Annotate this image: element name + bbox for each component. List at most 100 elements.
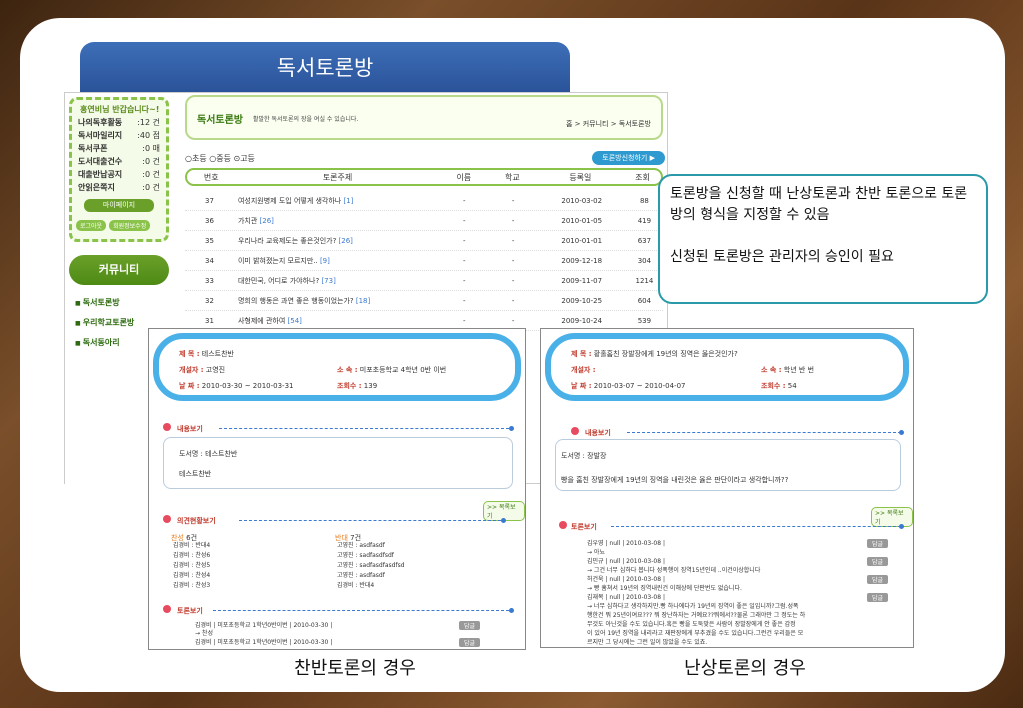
row-number: 37 <box>205 196 214 205</box>
school: 미포초등학교 4학년 0반 이번 <box>359 366 447 374</box>
divider-dot <box>509 426 514 431</box>
table-row[interactable]: 33 대한민국, 어디로 가야하나? [73] - -2009-11-07 1214 <box>185 271 663 291</box>
row-topic-cell[interactable]: 대한민국, 어디로 가야하나? [73] <box>234 276 440 286</box>
level-radios[interactable]: ○초등 ○중등 ⊙고등 <box>185 153 255 164</box>
comment-1-reply: → 찬성 <box>195 630 213 637</box>
column-header: 토론주제 <box>322 172 353 182</box>
edit-profile-button[interactable]: 회원정보수정 <box>109 220 151 231</box>
row-school: - <box>511 216 515 225</box>
con-opinion: 고영진 : asdfasdf <box>337 572 385 579</box>
board-header: 독서토론방 활발한 독서토론의 장을 여실 수 있습니다. 홈 > 커뮤니티 >… <box>185 95 663 140</box>
row-topic-cell[interactable]: 여성지원병제 도입 어떻게 생각하나 [1] <box>234 196 440 206</box>
table-row[interactable]: 36 가치관 [26] - -2010-01-05 419 <box>185 211 663 231</box>
row-name: - <box>462 216 466 225</box>
comment-2: 김경비 | 미포초등학교 1학년0반이번 | 2010-03-30 | <box>195 639 333 646</box>
content-body: 테스트찬반 <box>179 470 212 478</box>
row-number: 31 <box>205 316 214 325</box>
comment-count: [1] <box>343 196 354 205</box>
board-title: 독서토론방 <box>197 115 243 126</box>
comment-count: [26] <box>259 216 274 225</box>
row-name: - <box>462 236 466 245</box>
school: 학년 반 번 <box>783 366 815 374</box>
views-label: 조회수 : <box>337 382 362 390</box>
greeting: 홍연비님 반갑습니다~! <box>80 105 160 114</box>
heart-icon <box>571 427 579 435</box>
divider <box>239 520 501 521</box>
row-number: 36 <box>205 216 214 225</box>
row-number: 34 <box>205 256 214 265</box>
mypage-button[interactable]: 마이페이지 <box>84 199 154 212</box>
reply-button[interactable]: 답글 <box>459 621 481 630</box>
book-name: 도서명 : 장발장 <box>561 452 607 460</box>
row-topic-cell[interactable]: 사형제에 관하여 [54] <box>234 316 440 326</box>
date: 2010-03-30 ~ 2010-03-31 <box>201 382 294 390</box>
table-row[interactable]: 34 이미 밝혀졌는지 모르지만.. [9] - -2009-12-18 304 <box>185 251 663 271</box>
debate-comment: 허건욱 | null | 2010-03-08 | <box>587 576 665 583</box>
divider <box>213 610 509 611</box>
stat-value: :0 건 <box>142 183 160 192</box>
content-box <box>163 437 513 489</box>
divider <box>611 526 901 527</box>
row-school: - <box>511 256 515 265</box>
row-topic[interactable]: 가치관 <box>238 217 257 225</box>
school-label: 소 속 : <box>337 366 358 374</box>
reply-button[interactable]: 답글 <box>867 575 889 584</box>
table-row[interactable]: 35 우리나라 교육제도는 좋은것인가? [26] - -2010-01-01 637 <box>185 231 663 251</box>
free-debate-detail: 제 목 : 황홀홈친 장발장에게 19년의 징역은 옳은것인가? 개설자 : 소… <box>540 328 914 648</box>
debate-comment: 김재복 | null | 2010-03-08 | <box>587 594 665 601</box>
stat-label: 대출반납공지 <box>78 170 123 179</box>
row-topic-cell[interactable]: 이미 밝혀졌는지 모르지만.. [9] <box>234 256 440 266</box>
apply-debate-button[interactable]: 토론방신청하기 ▶ <box>592 151 665 165</box>
stat-label: 독서쿠폰 <box>78 144 108 153</box>
row-date: 2009-11-07 <box>561 276 603 285</box>
slide-title: 독서토론방 <box>80 42 570 94</box>
callout-line2: 신청된 토론방은 관리자의 승인이 필요 <box>670 249 894 265</box>
subject: 황홀홈친 장발장에게 19년의 징역은 옳은것인가? <box>593 350 738 358</box>
column-header: 번호 <box>203 172 219 182</box>
row-topic-cell[interactable]: 우리나라 교육제도는 좋은것인가? [26] <box>234 236 440 246</box>
reply-button[interactable]: 답글 <box>867 557 889 566</box>
row-date: 2009-10-25 <box>561 296 603 305</box>
heart-icon <box>163 605 171 613</box>
creator: 고영진 <box>205 366 226 374</box>
menu-item-debate[interactable]: 독서토론방 <box>75 297 120 308</box>
row-name: - <box>462 296 466 305</box>
reply-button[interactable]: 답글 <box>867 539 889 548</box>
divider-dot <box>899 430 904 435</box>
comment-count: [9] <box>319 256 330 265</box>
row-topic[interactable]: 여성지원병제 도입 어떻게 생각하나 <box>238 197 341 205</box>
column-header: 조회 <box>635 172 650 182</box>
reply-button[interactable]: 답글 <box>867 593 889 602</box>
stat-row: 독서마일리지:40 점 <box>76 130 162 141</box>
con-opinion: 김경비 : 반대4 <box>337 582 375 589</box>
column-header: 이름 <box>456 172 472 182</box>
row-school: - <box>511 316 515 325</box>
stat-value: :12 건 <box>137 118 160 127</box>
row-topic[interactable]: 명희의 행동은 과연 좋은 행동이었는가? <box>238 297 354 305</box>
row-topic-cell[interactable]: 명희의 행동은 과연 좋은 행동이었는가? [18] <box>234 296 440 306</box>
reply-button[interactable]: 답글 <box>459 638 481 647</box>
con-opinion: 고영진 : sadfasdfsdf <box>337 552 394 559</box>
row-name: - <box>462 316 466 325</box>
table-row[interactable]: 37 여성지원병제 도입 어떻게 생각하나 [1] - -2010-03-02 88 <box>185 191 663 211</box>
list-button[interactable]: >> 목록보기 <box>871 507 913 527</box>
row-topic[interactable]: 사형제에 관하여 <box>238 317 285 325</box>
row-topic-cell[interactable]: 가치관 [26] <box>234 216 440 226</box>
debate-comment: 이 있어 19년 징역을 내리라고 재판장에게 부추겼을 수도 있습니다.그런건… <box>587 630 804 637</box>
debate-comment: → 아뇨 <box>587 549 605 556</box>
row-name: - <box>462 196 466 205</box>
row-views: 539 <box>637 316 652 325</box>
row-number: 32 <box>205 296 214 305</box>
row-topic[interactable]: 이미 밝혀졌는지 모르지만.. <box>238 257 318 265</box>
views-label: 조회수 : <box>761 382 786 390</box>
menu-item-school-debate[interactable]: 우리학교토론방 <box>75 317 135 328</box>
row-topic[interactable]: 대한민국, 어디로 가야하나? <box>238 277 319 285</box>
logout-button[interactable]: 로그아웃 <box>76 220 107 231</box>
date-label: 날 짜 : <box>179 382 200 390</box>
table-row[interactable]: 32 명희의 행동은 과연 좋은 행동이었는가? [18] - - 2009-10-25… <box>185 291 663 311</box>
comment-count: [73] <box>321 276 336 285</box>
row-topic[interactable]: 우리나라 교육제도는 좋은것인가? <box>238 237 336 245</box>
content-title: 내용보기 <box>585 429 611 437</box>
row-name: - <box>462 256 466 265</box>
menu-item-club[interactable]: 독서동아리 <box>75 337 120 348</box>
